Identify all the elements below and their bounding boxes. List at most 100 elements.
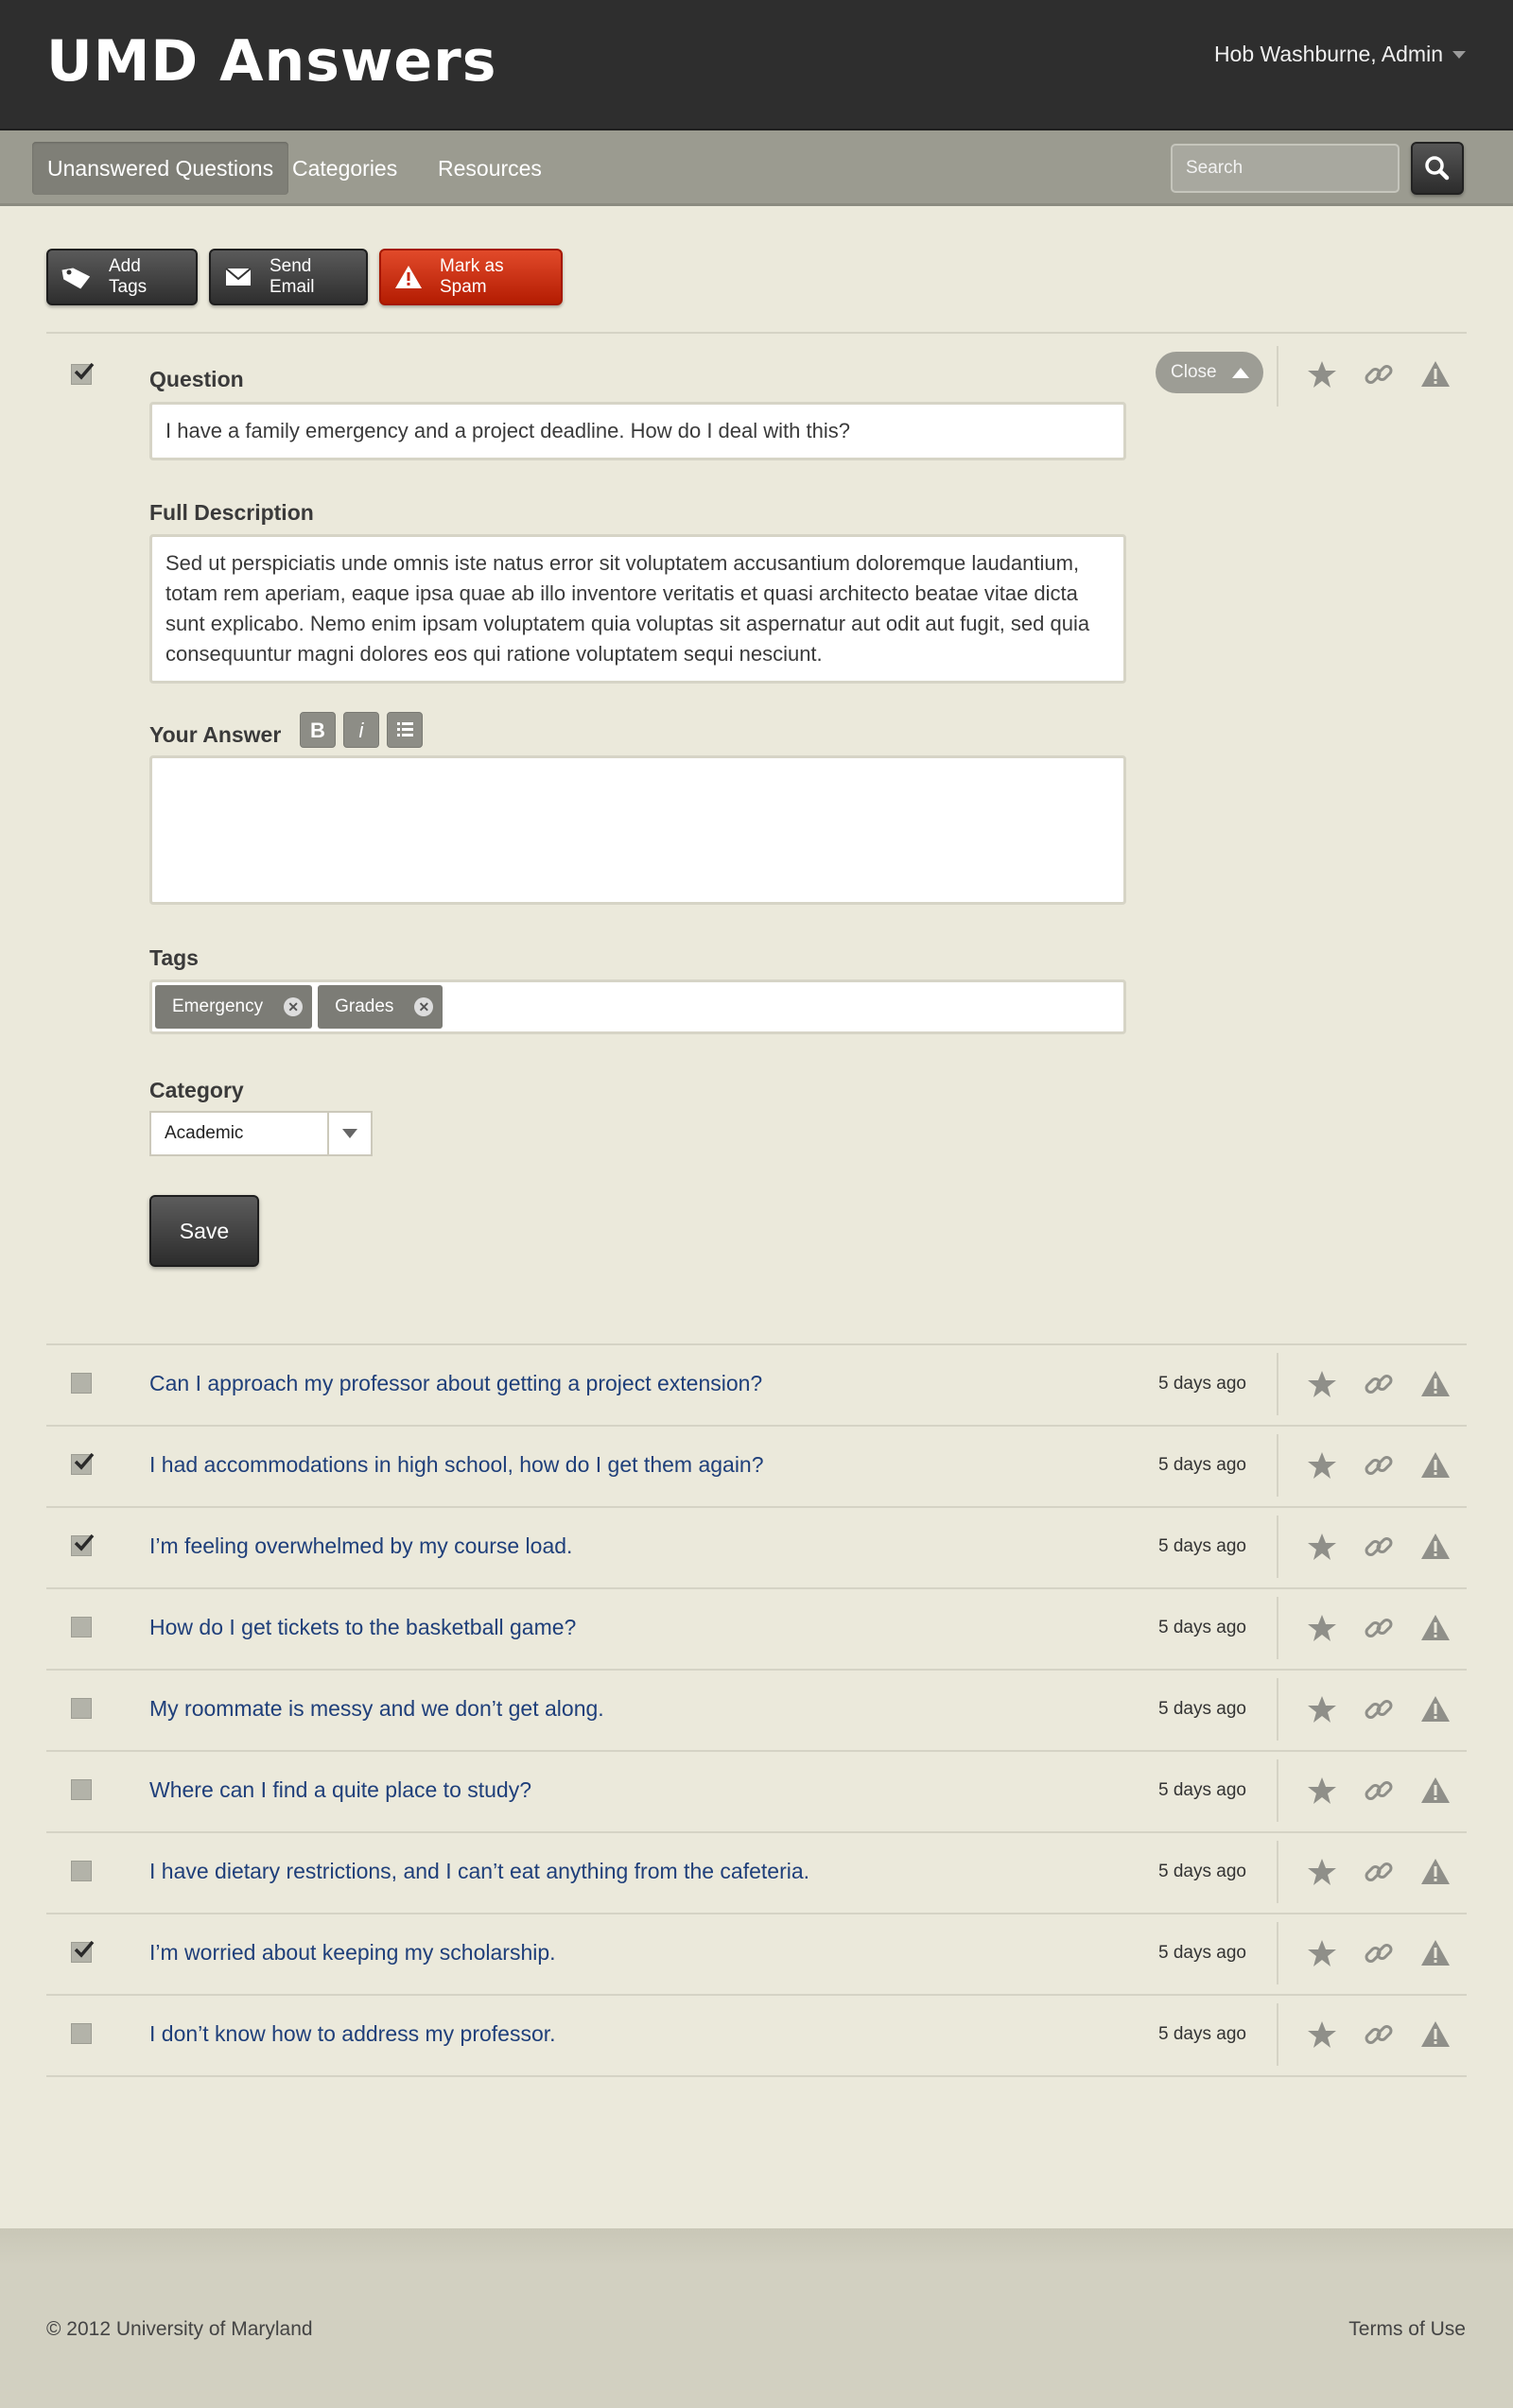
warning-icon[interactable] xyxy=(1418,1692,1452,1726)
close-button[interactable]: Close xyxy=(1156,352,1263,393)
send-email-label: Send Email xyxy=(270,256,315,297)
tag-chip: Grades ✕ xyxy=(318,985,443,1029)
link-icon[interactable] xyxy=(1362,1855,1396,1889)
warning-icon[interactable] xyxy=(1418,2018,1452,2052)
link-icon[interactable] xyxy=(1362,1936,1396,1970)
question-link[interactable]: Where can I find a quite place to study? xyxy=(149,1777,531,1803)
save-button[interactable]: Save xyxy=(149,1195,259,1267)
checkmark-icon xyxy=(74,362,95,380)
question-time: 5 days ago xyxy=(1158,1862,1246,1881)
user-menu[interactable]: Hob Washburne, Admin xyxy=(1214,42,1466,67)
add-tags-label: Add Tags xyxy=(109,256,148,297)
search-icon xyxy=(1425,156,1450,181)
warning-icon[interactable] xyxy=(1418,1448,1452,1482)
question-link[interactable]: I had accommodations in high school, how… xyxy=(149,1452,764,1478)
dropdown-toggle[interactable] xyxy=(327,1113,371,1154)
warning-icon[interactable] xyxy=(1418,357,1452,391)
question-link[interactable]: I’m feeling overwhelmed by my course loa… xyxy=(149,1533,572,1559)
search-input[interactable] xyxy=(1171,144,1400,193)
copyright: © 2012 University of Maryland xyxy=(46,2318,313,2340)
question-checkbox[interactable] xyxy=(71,1698,92,1719)
tags-input[interactable]: Emergency ✕ Grades ✕ xyxy=(149,979,1126,1034)
row-actions xyxy=(1305,1692,1456,1730)
star-icon[interactable] xyxy=(1305,1692,1339,1726)
divider xyxy=(46,2075,1467,2077)
terms-of-use-link[interactable]: Terms of Use xyxy=(1348,2318,1466,2341)
link-icon[interactable] xyxy=(1362,357,1396,391)
question-checkbox[interactable] xyxy=(71,1373,92,1394)
star-icon[interactable] xyxy=(1305,1774,1339,1808)
question-checkbox[interactable] xyxy=(71,1779,92,1800)
warning-icon[interactable] xyxy=(1418,1367,1452,1401)
link-icon[interactable] xyxy=(1362,1692,1396,1726)
star-icon[interactable] xyxy=(1305,1936,1339,1970)
warning-icon[interactable] xyxy=(1418,1774,1452,1808)
question-time: 5 days ago xyxy=(1158,1536,1246,1556)
row-actions xyxy=(1305,1530,1456,1568)
question-link[interactable]: My roommate is messy and we don’t get al… xyxy=(149,1696,604,1722)
tab-resources[interactable]: Resources xyxy=(423,142,557,195)
link-icon[interactable] xyxy=(1362,2018,1396,2052)
warning-icon[interactable] xyxy=(1418,1611,1452,1645)
checkmark-icon xyxy=(74,1533,95,1551)
warning-icon[interactable] xyxy=(1418,1936,1452,1970)
description-textarea[interactable]: Sed ut perspiciatis unde omnis iste natu… xyxy=(149,534,1126,684)
question-time: 5 days ago xyxy=(1158,1943,1246,1963)
question-time: 5 days ago xyxy=(1158,1618,1246,1637)
category-select[interactable]: Academic xyxy=(149,1111,373,1156)
star-icon[interactable] xyxy=(1305,1530,1339,1564)
star-icon[interactable] xyxy=(1305,1855,1339,1889)
remove-tag-icon[interactable]: ✕ xyxy=(414,997,434,1016)
page-footer: © 2012 University of Maryland Terms of U… xyxy=(0,2228,1513,2408)
question-checkbox[interactable] xyxy=(71,1940,95,1963)
question-checkbox[interactable] xyxy=(71,1617,92,1637)
tab-categories[interactable]: Categories xyxy=(277,142,412,195)
warning-icon[interactable] xyxy=(1418,1855,1452,1889)
star-icon[interactable] xyxy=(1305,1367,1339,1401)
italic-button[interactable]: i xyxy=(343,712,379,748)
tags-label: Tags xyxy=(149,945,199,970)
star-icon[interactable] xyxy=(1305,2018,1339,2052)
mark-as-spam-button[interactable]: Mark as Spam xyxy=(379,249,563,305)
tag-chip: Emergency ✕ xyxy=(155,985,313,1029)
chevron-up-icon xyxy=(1231,367,1249,378)
question-checkbox[interactable] xyxy=(71,362,95,385)
question-link[interactable]: How do I get tickets to the basketball g… xyxy=(149,1615,576,1640)
tag-label: Grades xyxy=(335,996,394,1016)
question-link[interactable]: I’m worried about keeping my scholarship… xyxy=(149,1940,556,1966)
question-checkbox[interactable] xyxy=(71,1861,92,1881)
question-link[interactable]: Can I approach my professor about gettin… xyxy=(149,1371,762,1396)
app-logo[interactable]: UMD Answers xyxy=(46,28,496,95)
chevron-down-icon xyxy=(1452,50,1466,59)
star-icon[interactable] xyxy=(1305,1611,1339,1645)
link-icon[interactable] xyxy=(1362,1448,1396,1482)
warning-icon[interactable] xyxy=(1418,1530,1452,1564)
question-checkbox[interactable] xyxy=(71,1533,95,1556)
list-icon xyxy=(397,722,413,736)
vertical-divider xyxy=(1277,1597,1278,1659)
remove-tag-icon[interactable]: ✕ xyxy=(284,997,304,1016)
main-nav: Unanswered Questions Categories Resource… xyxy=(0,130,1513,206)
list-button[interactable] xyxy=(387,712,423,748)
link-icon[interactable] xyxy=(1362,1774,1396,1808)
add-tags-button[interactable]: Add Tags xyxy=(46,249,198,305)
question-input[interactable]: I have a family emergency and a project … xyxy=(149,402,1126,460)
category-value: Academic xyxy=(165,1123,244,1143)
link-icon[interactable] xyxy=(1362,1530,1396,1564)
link-icon[interactable] xyxy=(1362,1611,1396,1645)
send-email-button[interactable]: Send Email xyxy=(209,249,368,305)
row-actions xyxy=(1305,1855,1456,1893)
link-icon[interactable] xyxy=(1362,1367,1396,1401)
star-icon[interactable] xyxy=(1305,1448,1339,1482)
tab-unanswered-questions[interactable]: Unanswered Questions xyxy=(32,142,289,195)
mark-as-spam-label: Mark as Spam xyxy=(440,256,504,297)
question-checkbox[interactable] xyxy=(71,2023,92,2044)
bold-button[interactable]: B xyxy=(300,712,336,748)
search-button[interactable] xyxy=(1411,142,1464,195)
vertical-divider xyxy=(1277,1841,1278,1903)
star-icon[interactable] xyxy=(1305,357,1339,391)
question-link[interactable]: I don’t know how to address my professor… xyxy=(149,2021,556,2047)
question-link[interactable]: I have dietary restrictions, and I can’t… xyxy=(149,1859,809,1884)
answer-textarea[interactable] xyxy=(149,755,1126,905)
question-checkbox[interactable] xyxy=(71,1452,95,1475)
